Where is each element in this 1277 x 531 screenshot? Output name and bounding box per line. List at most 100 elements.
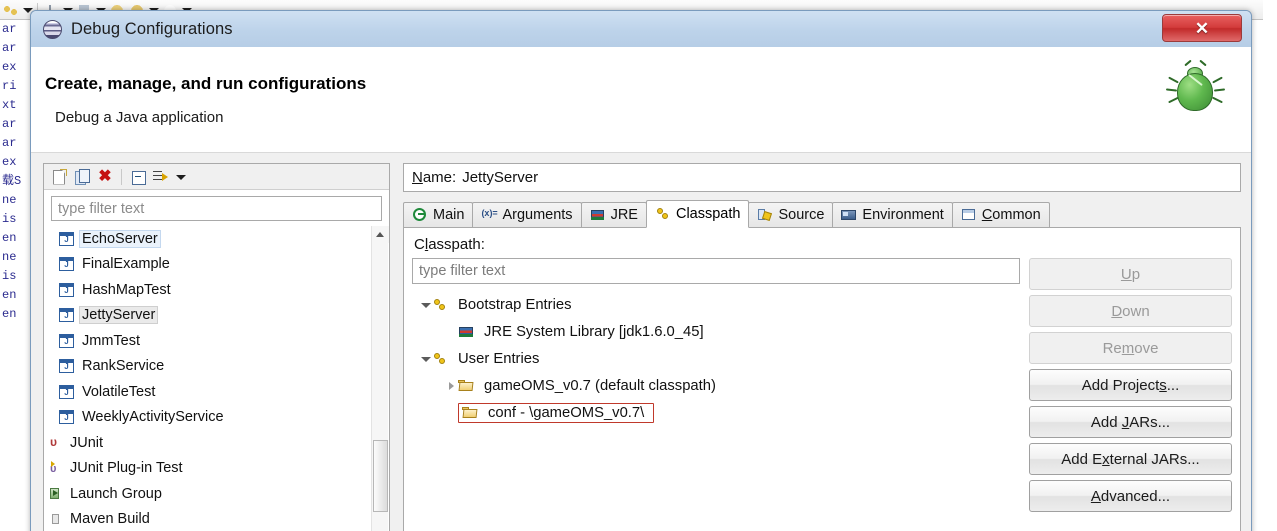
green-bug-icon (1165, 61, 1227, 123)
configuration-tree-item[interactable]: RankService (45, 354, 388, 380)
configuration-tree-item[interactable]: VolatileTest (45, 379, 388, 405)
configuration-tree-item[interactable]: EchoServer (45, 226, 388, 252)
add-projects-button[interactable]: Add Projects... (1029, 369, 1232, 401)
configuration-tree-item[interactable]: WeeklyActivityService (45, 405, 388, 431)
configuration-tree-item[interactable]: JettyServer (45, 303, 388, 329)
classpath-tree-item-label: JRE System Library [jdk1.6.0_45] (481, 324, 707, 340)
project-folder-icon (458, 379, 475, 393)
tab-common[interactable]: Common (952, 202, 1050, 227)
toolbar-separator (121, 169, 122, 185)
classpath-entries-icon (432, 352, 449, 366)
twisty-empty (444, 325, 458, 339)
tab-main[interactable]: Main (403, 202, 473, 227)
advanced-button[interactable]: Advanced... (1029, 480, 1232, 512)
tab-arguments[interactable]: Arguments (472, 202, 581, 227)
name-field-row[interactable]: Name: JettyServer (403, 163, 1241, 192)
classpath-entries-icon (432, 298, 449, 312)
common-tab-icon (961, 208, 977, 222)
configurations-filter-input[interactable]: type filter text (51, 196, 382, 221)
configuration-tree-item[interactable]: FinalExample (45, 252, 388, 278)
up-button: Up (1029, 258, 1232, 290)
code-line: en (0, 229, 34, 248)
twisty-collapsed-icon[interactable] (444, 379, 458, 393)
twisty-empty (444, 406, 458, 420)
button-label: Up (1121, 266, 1140, 283)
classpath-tree-item[interactable]: gameOMS_v0.7 (default classpath) (412, 372, 1020, 399)
configuration-tree-item[interactable]: JUnit (45, 430, 388, 456)
configurations-scrollbar[interactable] (371, 226, 388, 531)
button-label: Remove (1103, 340, 1159, 357)
remove-button: Remove (1029, 332, 1232, 364)
classpath-tree[interactable]: Bootstrap Entries JRE System Library [jdk… (412, 291, 1020, 531)
configuration-tree-item-label: JUnit (68, 435, 105, 451)
classpath-tree-item-label: User Entries (455, 351, 542, 367)
classpath-tree-item[interactable]: Bootstrap Entries (412, 291, 1020, 318)
scrollbar-thumb[interactable] (373, 440, 388, 512)
arguments-tab-icon (481, 208, 497, 222)
classpath-filter-input[interactable]: type filter text (412, 258, 1020, 284)
configuration-tree-item-label: JUnit Plug-in Test (68, 460, 185, 476)
button-label: Add External JARs... (1061, 451, 1199, 468)
code-line: 载S (0, 172, 34, 191)
collapse-all-icon[interactable] (128, 168, 148, 186)
dialog-title: Debug Configurations (71, 20, 233, 39)
tab-environment[interactable]: Environment (832, 202, 952, 227)
classpath-tree-item[interactable]: User Entries (412, 345, 1020, 372)
java-application-icon (59, 257, 74, 271)
java-application-icon (59, 385, 74, 399)
delete-icon[interactable]: ✖ (95, 168, 115, 186)
configuration-tree-item[interactable]: JUnit Plug-in Test (45, 456, 388, 482)
configuration-tabs[interactable]: Main ArgumentsJREClasspathSource Environme… (403, 199, 1241, 228)
twisty-expanded-icon[interactable] (418, 298, 432, 312)
configurations-tree[interactable]: EchoServer FinalExampleHashMapTest JettySe… (45, 226, 388, 531)
maven-build-icon (49, 512, 62, 526)
tab-label: Environment (862, 207, 943, 223)
classpath-tree-item[interactable]: conf - \gameOMS_v0.7\ (412, 399, 1020, 426)
folder-icon (462, 406, 479, 420)
add-jars-button[interactable]: Add JARs... (1029, 406, 1232, 438)
code-line: ar (0, 20, 34, 39)
twisty-expanded-icon[interactable] (418, 352, 432, 366)
environment-tab-icon (841, 208, 857, 222)
scroll-up-arrow-icon[interactable] (372, 226, 389, 243)
main-tab-icon (412, 208, 428, 222)
chevron-down-icon[interactable] (174, 168, 190, 186)
configuration-tree-item[interactable]: Launch Group (45, 481, 388, 507)
configurations-toolbar: ✖ (44, 164, 389, 190)
name-label-rest: ame: (423, 169, 456, 186)
add-external-jars-button[interactable]: Add External JARs... (1029, 443, 1232, 475)
duplicate-icon[interactable] (72, 168, 92, 186)
filter-icon[interactable] (151, 168, 171, 186)
code-line: ar (0, 134, 34, 153)
configuration-editor-panel: Name: JettyServer Main ArgumentsJREClassp… (403, 163, 1241, 531)
configuration-tree-item-label: Maven Build (68, 511, 152, 527)
link-icon[interactable] (2, 2, 20, 18)
tab-label: Common (982, 207, 1041, 223)
classpath-tree-item-label: gameOMS_v0.7 (default classpath) (481, 378, 719, 394)
classpath-tree-item[interactable]: JRE System Library [jdk1.6.0_45] (412, 318, 1020, 345)
name-input[interactable]: JettyServer (462, 169, 538, 186)
code-line: ri (0, 77, 34, 96)
eclipse-debug-icon (43, 20, 62, 39)
code-line: en (0, 305, 34, 324)
tab-jre[interactable]: JRE (581, 202, 647, 227)
code-line: is (0, 267, 34, 286)
classpath-tree-item-label: Bootstrap Entries (455, 297, 575, 313)
tab-classpath[interactable]: Classpath (646, 200, 749, 228)
down-button: Down (1029, 295, 1232, 327)
background-code-column: ararexrixtararex载Sneisenneisenen (0, 20, 34, 531)
java-application-icon (59, 410, 74, 424)
close-button[interactable]: ✕ (1162, 14, 1242, 42)
configuration-tree-item-label: EchoServer (80, 231, 160, 247)
configuration-tree-item[interactable]: JmmTest (45, 328, 388, 354)
classpath-tree-item-label: conf - \gameOMS_v0.7\ (485, 405, 647, 421)
tab-source[interactable]: Source (748, 202, 833, 227)
code-line: is (0, 210, 34, 229)
configuration-tree-item-label: JettyServer (80, 307, 157, 323)
configuration-tree-item[interactable]: HashMapTest (45, 277, 388, 303)
configuration-tree-item[interactable]: Maven Build (45, 507, 388, 531)
tab-label: Main (433, 207, 464, 223)
button-label: Add JARs... (1091, 414, 1170, 431)
code-line: ex (0, 153, 34, 172)
new-launch-configuration-icon[interactable] (49, 168, 69, 186)
